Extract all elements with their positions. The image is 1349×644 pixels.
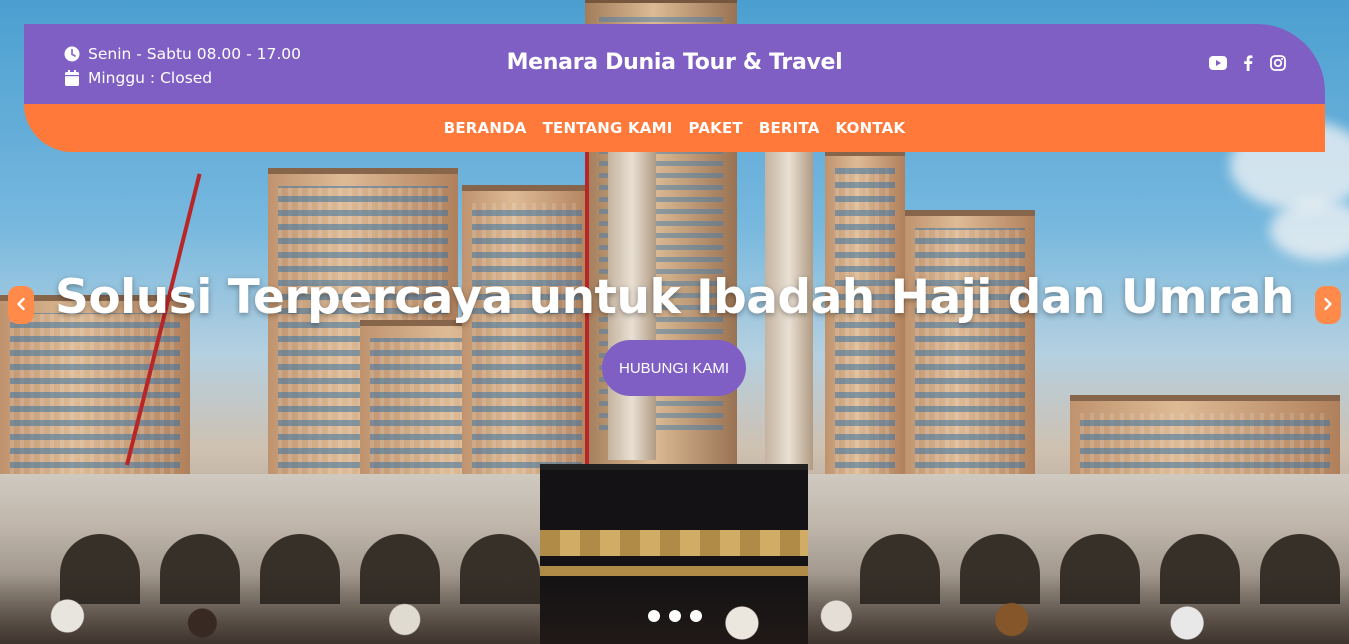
nav-item-kontak[interactable]: KONTAK (836, 119, 906, 137)
carousel-next-button[interactable] (1315, 286, 1341, 324)
carousel-prev-button[interactable] (8, 286, 34, 324)
carousel-dot[interactable] (648, 610, 660, 622)
social-links (1209, 54, 1287, 72)
carousel-indicators (648, 610, 702, 622)
carousel-dot[interactable] (669, 610, 681, 622)
nav-item-tentang-kami[interactable]: TENTANG KAMI (543, 119, 673, 137)
main-nav: BERANDA TENTANG KAMI PAKET BERITA KONTAK (24, 104, 1325, 152)
contact-us-button[interactable]: HUBUNGI KAMI (602, 340, 746, 396)
carousel-dot[interactable] (690, 610, 702, 622)
site-header: Senin - Sabtu 08.00 - 17.00 Minggu : Clo… (24, 24, 1325, 152)
youtube-icon[interactable] (1209, 54, 1227, 72)
header-top-bar: Senin - Sabtu 08.00 - 17.00 Minggu : Clo… (24, 24, 1325, 104)
instagram-icon[interactable] (1269, 54, 1287, 72)
facebook-icon[interactable] (1239, 54, 1257, 72)
nav-item-paket[interactable]: PAKET (689, 119, 743, 137)
chevron-left-icon (16, 296, 26, 315)
hero-headline: Solusi Terpercaya untuk Ibadah Haji dan … (55, 270, 1294, 325)
site-title: Menara Dunia Tour & Travel (506, 50, 843, 75)
nav-item-berita[interactable]: BERITA (759, 119, 820, 137)
chevron-right-icon (1323, 296, 1333, 315)
nav-item-beranda[interactable]: BERANDA (444, 119, 527, 137)
